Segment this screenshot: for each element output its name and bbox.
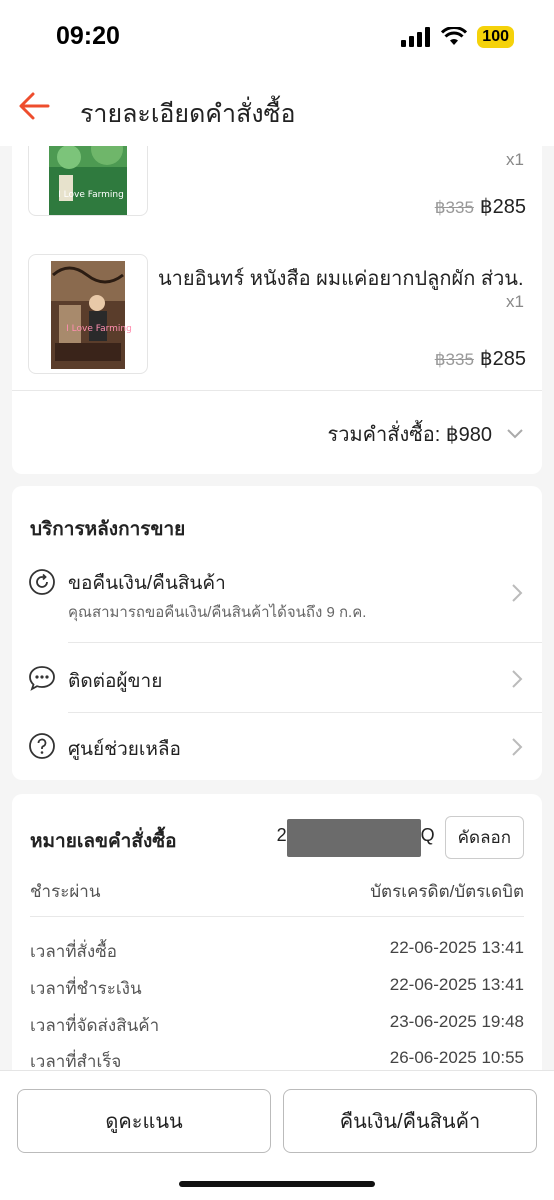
bottom-action-bar: ดูคะแนน คืนเงิน/คืนสินค้า bbox=[0, 1070, 554, 1200]
product-item[interactable]: I Love Farming x1 ฿335 ฿285 bbox=[12, 146, 542, 246]
refund-request-row[interactable]: ขอคืนเงิน/คืนสินค้า คุณสามารถขอคืนเงิน/ค… bbox=[12, 560, 542, 640]
divider bbox=[12, 390, 542, 391]
help-center-row[interactable]: ศูนย์ช่วยเหลือ bbox=[12, 720, 542, 778]
chevron-right-icon bbox=[512, 670, 523, 688]
order-number-label: หมายเลขคำสั่งซื้อ bbox=[30, 831, 177, 852]
product-name: นายอินทร์ หนังสือ ผมแค่อยากปลูกผัก ส่วน.… bbox=[158, 268, 524, 290]
row-label: เวลาที่ชำระเงิน bbox=[30, 979, 142, 998]
status-icons: 100 bbox=[401, 26, 514, 48]
order-number-lead: 2 bbox=[276, 824, 287, 845]
book-cover-image: I Love Farming bbox=[49, 146, 127, 215]
product-qty: x1 bbox=[506, 292, 524, 311]
price-original: ฿335 bbox=[434, 350, 474, 369]
divider bbox=[68, 642, 542, 643]
products-card: I Love Farming x1 ฿335 ฿285 I Love Farmi… bbox=[12, 146, 542, 474]
row-value: 26-06-2025 10:55 bbox=[389, 1048, 524, 1067]
complete-time-row: เวลาที่สำเร็จ 26-06-2025 10:55 bbox=[30, 1048, 524, 1070]
app-header: รายละเอียดคำสั่งซื้อ bbox=[0, 74, 554, 146]
divider bbox=[30, 916, 524, 917]
product-item[interactable]: I Love Farming นายอินทร์ หนังสือ ผมแค่อย… bbox=[12, 254, 542, 374]
product-price: ฿335 ฿285 bbox=[435, 194, 526, 219]
price-discounted: ฿285 bbox=[479, 196, 526, 218]
payment-time-row: เวลาที่ชำระเงิน 22-06-2025 13:41 bbox=[30, 975, 524, 1002]
wifi-icon bbox=[441, 27, 468, 45]
row-value: 23-06-2025 19:48 bbox=[389, 1012, 524, 1031]
order-number: 2 Q bbox=[277, 817, 435, 859]
order-time-row: เวลาที่สั่งซื้อ 22-06-2025 13:41 bbox=[30, 938, 524, 965]
back-button[interactable] bbox=[16, 88, 56, 128]
order-number-tail: Q bbox=[420, 824, 435, 845]
battery-indicator: 100 bbox=[477, 26, 514, 48]
help-icon bbox=[29, 733, 55, 759]
view-rating-button[interactable]: ดูคะแนน bbox=[17, 1089, 271, 1153]
product-price: ฿335 ฿285 bbox=[435, 346, 526, 371]
signal-icon bbox=[401, 27, 431, 47]
price-discounted: ฿285 bbox=[479, 348, 526, 370]
row-label: ชำระผ่าน bbox=[30, 882, 101, 901]
order-number-group: 2 Q คัดลอก bbox=[277, 816, 524, 859]
refund-return-button[interactable]: คืนเงิน/คืนสินค้า bbox=[283, 1089, 537, 1153]
menu-label: ศูนย์ช่วยเหลือ bbox=[68, 739, 181, 760]
section-title: บริการหลังการขาย bbox=[30, 519, 186, 540]
chevron-right-icon bbox=[512, 738, 523, 756]
row-value: บัตรเครดิต/บัตรเดบิต bbox=[370, 882, 524, 901]
chevron-down-icon bbox=[507, 429, 523, 439]
row-label: เวลาที่จัดส่งสินค้า bbox=[30, 1016, 160, 1035]
order-total: รวมคำสั่งซื้อ: ฿980 bbox=[327, 424, 492, 446]
book-cover-image: I Love Farming bbox=[51, 261, 132, 369]
contact-seller-row[interactable]: ติดต่อผู้ขาย bbox=[12, 650, 542, 710]
row-label: เวลาที่สำเร็จ bbox=[30, 1052, 122, 1070]
ship-time-row: เวลาที่จัดส่งสินค้า 23-06-2025 19:48 bbox=[30, 1012, 524, 1039]
row-value: 22-06-2025 13:41 bbox=[389, 975, 524, 994]
status-time: 09:20 bbox=[56, 22, 120, 50]
product-qty: x1 bbox=[506, 150, 524, 169]
price-original: ฿335 bbox=[434, 198, 474, 217]
cover-title-text: I Love Farming bbox=[58, 190, 124, 200]
back-arrow-icon bbox=[19, 92, 50, 120]
menu-sublabel: คุณสามารถขอคืนเงิน/คืนสินค้าได้จนถึง 9 ก… bbox=[68, 604, 367, 621]
page-title: รายละเอียดคำสั่งซื้อ bbox=[80, 100, 296, 128]
order-detail-content[interactable]: I Love Farming x1 ฿335 ฿285 I Love Farmi… bbox=[0, 146, 554, 1070]
product-thumbnail[interactable]: I Love Farming bbox=[28, 146, 148, 216]
copy-button[interactable]: คัดลอก bbox=[444, 816, 524, 859]
home-indicator bbox=[179, 1181, 375, 1187]
after-sales-card: บริการหลังการขาย ขอคืนเงิน/คืนสินค้า คุณ… bbox=[12, 486, 542, 780]
cover-title-text: I Love Farming bbox=[66, 324, 132, 334]
row-value: 22-06-2025 13:41 bbox=[389, 938, 524, 957]
menu-label: ขอคืนเงิน/คืนสินค้า bbox=[68, 573, 226, 594]
row-label: เวลาที่สั่งซื้อ bbox=[30, 942, 117, 961]
product-thumbnail[interactable]: I Love Farming bbox=[28, 254, 148, 374]
divider bbox=[68, 712, 542, 713]
payment-method-row: ชำระผ่าน บัตรเครดิต/บัตรเดบิต bbox=[30, 878, 524, 905]
status-bar: 09:20 100 bbox=[0, 0, 554, 74]
order-total-toggle[interactable]: รวมคำสั่งซื้อ: ฿980 bbox=[327, 418, 524, 450]
redaction-block bbox=[286, 818, 421, 857]
chat-icon bbox=[29, 666, 55, 691]
refresh-icon bbox=[29, 569, 55, 595]
menu-label: ติดต่อผู้ขาย bbox=[68, 671, 163, 692]
order-info-card: หมายเลขคำสั่งซื้อ 2 Q คัดลอก ชำระผ่าน บั… bbox=[12, 794, 542, 1070]
chevron-right-icon bbox=[512, 584, 523, 602]
